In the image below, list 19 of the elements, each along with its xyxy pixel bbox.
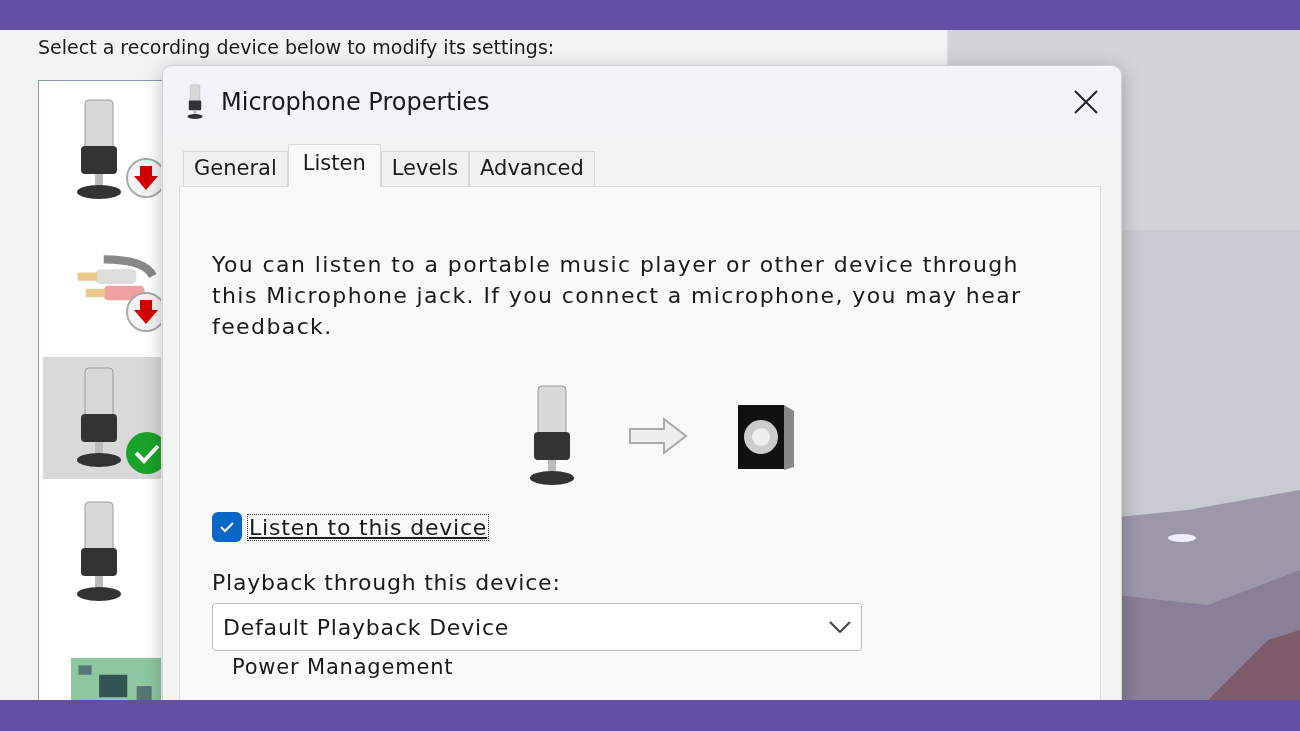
arrow-icon [628,416,688,456]
tab[interactable]: Advanced [469,151,595,186]
tab[interactable]: Listen [287,144,381,187]
section-heading: Power Management [232,655,455,679]
close-icon [1073,89,1099,115]
instruction-text: Select a recording device below to modify its settings: [38,35,556,60]
checkbox-label[interactable]: Listen to this device [248,514,489,540]
tab[interactable]: General [183,151,288,186]
tab[interactable]: Levels [380,151,470,186]
microphone-icon [185,84,205,120]
description-text: You can listen to a portable music player or other device through this Microphone jack. If you connect a microphone, you may hear feedback. [212,251,1023,341]
checkmark-icon [219,521,235,533]
playback-dropdown[interactable]: Default Playback Device [212,603,862,651]
dialog-title: Microphone Properties [221,88,491,116]
chevron-down-icon [829,621,851,633]
circuit-board-icon [71,656,161,700]
listen-checkbox[interactable] [212,512,242,542]
playback-label: Playback through this device: [212,570,562,595]
device-item[interactable] [43,357,161,479]
